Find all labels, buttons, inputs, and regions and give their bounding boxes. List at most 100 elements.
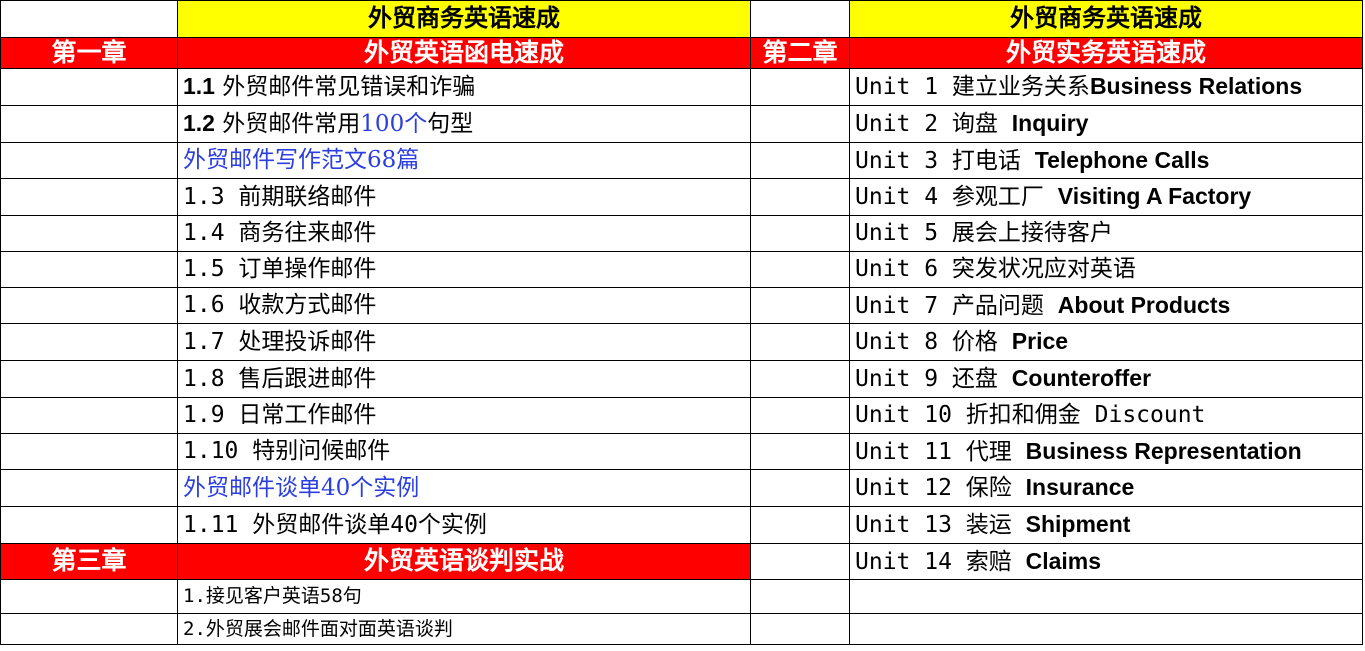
unit-row-4[interactable]: Unit 4 参观工厂 Visiting A Factory	[849, 178, 1363, 216]
unit-row-11[interactable]: Unit 11 代理 Business Representation	[849, 433, 1363, 470]
left-row-9[interactable]: 1.8 售后跟进邮件	[177, 360, 751, 398]
unit-label: Unit 13 装运	[855, 512, 1026, 538]
cell-blank[interactable]	[0, 433, 178, 470]
cell-blank[interactable]	[0, 469, 178, 507]
cell-blank-c1[interactable]	[750, 0, 850, 38]
right-header-title[interactable]: 外贸商务英语速成	[849, 0, 1363, 38]
unit-english: About Products	[1057, 291, 1231, 318]
cell-blank[interactable]	[750, 323, 850, 361]
left-row-3-link[interactable]: 外贸邮件写作范文68篇	[177, 142, 751, 179]
unit-row-6[interactable]: Unit 6 突发状况应对英语	[849, 251, 1363, 288]
unit-label: Unit 8 价格	[855, 329, 1012, 355]
cell-blank[interactable]	[750, 469, 850, 507]
unit-row-5[interactable]: Unit 5 展会上接待客户	[849, 215, 1363, 252]
left-row-2[interactable]: 1.2 外贸邮件常用100个句型	[177, 105, 751, 143]
left-row-7[interactable]: 1.6 收款方式邮件	[177, 287, 751, 324]
row-number: 1.1	[183, 73, 215, 99]
cell-blank[interactable]	[0, 360, 178, 398]
left-row-5[interactable]: 1.4 商务往来邮件	[177, 215, 751, 252]
cell-blank[interactable]	[0, 397, 178, 434]
cell-blank[interactable]	[0, 142, 178, 179]
unit-row-7[interactable]: Unit 7 产品问题 About Products	[849, 287, 1363, 324]
row-number: 1.2	[183, 110, 215, 136]
chapter-3-title[interactable]: 外贸英语谈判实战	[177, 543, 751, 580]
cell-blank[interactable]	[750, 251, 850, 288]
unit-row-13[interactable]: Unit 13 装运 Shipment	[849, 506, 1363, 544]
unit-english: Inquiry	[1011, 110, 1089, 136]
row-text-highlight: 100个	[360, 111, 428, 137]
cell-blank[interactable]	[750, 105, 850, 143]
unit-english: Visiting A Factory	[1057, 183, 1252, 209]
cell-blank[interactable]	[750, 543, 850, 580]
cell-blank[interactable]	[0, 215, 178, 252]
unit-row-9[interactable]: Unit 9 还盘 Counteroffer	[849, 360, 1363, 398]
unit-label: Unit 7 产品问题	[855, 292, 1058, 319]
cell-blank[interactable]	[0, 506, 178, 544]
unit-row-12[interactable]: Unit 12 保险 Insurance	[849, 469, 1363, 507]
cell-blank[interactable]	[750, 68, 850, 106]
left-row-4[interactable]: 1.3 前期联络邮件	[177, 178, 751, 216]
cell-blank[interactable]	[750, 433, 850, 470]
left-row-13[interactable]: 1.11 外贸邮件谈单40个实例	[177, 506, 751, 544]
left-row-6[interactable]: 1.5 订单操作邮件	[177, 251, 751, 288]
cell-blank[interactable]	[750, 178, 850, 216]
left-row-1[interactable]: 1.1 外贸邮件常见错误和诈骗	[177, 68, 751, 106]
unit-label: Unit 14 索赔	[855, 548, 1026, 575]
unit-english: Counteroffer	[1011, 365, 1152, 391]
unit-label: Unit 4 参观工厂	[855, 184, 1058, 210]
cell-blank[interactable]	[0, 323, 178, 361]
row-text-b: 句型	[427, 111, 474, 137]
chapter-1-title[interactable]: 外贸英语函电速成	[177, 37, 751, 69]
cell-blank[interactable]	[750, 215, 850, 252]
unit-english: Insurance	[1025, 474, 1135, 500]
left-header-title[interactable]: 外贸商务英语速成	[177, 0, 751, 38]
cell-blank-a1[interactable]	[0, 0, 178, 38]
unit-label: Unit 2 询盘	[855, 111, 1012, 137]
chapter-3-row-1[interactable]: 1.接见客户英语58句	[177, 579, 751, 614]
unit-row-1[interactable]: Unit 1 建立业务关系Business Relations	[849, 68, 1363, 106]
course-outline-sheet: 外贸商务英语速成 外贸商务英语速成 第一章 外贸英语函电速成 第二章 外贸实务英…	[0, 0, 1363, 645]
cell-blank[interactable]	[0, 105, 178, 143]
row-text: 外贸邮件常见错误和诈骗	[214, 74, 476, 100]
left-row-11[interactable]: 1.10 特别问候邮件	[177, 433, 751, 470]
chapter-3-row-2[interactable]: 2.外贸展会邮件面对面英语谈判	[177, 613, 751, 645]
cell-blank[interactable]	[0, 68, 178, 106]
cell-blank[interactable]	[0, 613, 178, 645]
unit-row-3[interactable]: Unit 3 打电话 Telephone Calls	[849, 142, 1363, 179]
unit-row-2[interactable]: Unit 2 询盘 Inquiry	[849, 105, 1363, 143]
row-text-a: 外贸邮件常用	[214, 111, 361, 137]
cell-blank[interactable]	[750, 613, 850, 645]
unit-label: Unit 1 建立业务关系	[855, 74, 1090, 100]
chapter-1-label[interactable]: 第一章	[0, 37, 178, 69]
left-row-12-link[interactable]: 外贸邮件谈单40个实例	[177, 469, 751, 507]
chapter-2-label[interactable]: 第二章	[750, 37, 850, 69]
cell-blank[interactable]	[0, 251, 178, 288]
unit-row-8[interactable]: Unit 8 价格 Price	[849, 323, 1363, 361]
unit-label: Unit 9 还盘	[855, 366, 1012, 392]
unit-english: Business Representation	[1025, 437, 1302, 464]
cell-blank[interactable]	[849, 579, 1363, 614]
left-row-10[interactable]: 1.9 日常工作邮件	[177, 397, 751, 434]
cell-blank[interactable]	[0, 579, 178, 614]
unit-label: Unit 12 保险	[855, 475, 1026, 501]
cell-blank[interactable]	[750, 397, 850, 434]
unit-row-10[interactable]: Unit 10 折扣和佣金 Discount	[849, 397, 1363, 434]
unit-label: Unit 11 代理	[855, 438, 1026, 465]
left-row-8[interactable]: 1.7 处理投诉邮件	[177, 323, 751, 361]
cell-blank[interactable]	[750, 579, 850, 614]
chapter-2-title[interactable]: 外贸实务英语速成	[849, 37, 1363, 69]
unit-english: Claims	[1025, 547, 1102, 574]
cell-blank[interactable]	[750, 360, 850, 398]
cell-blank[interactable]	[750, 142, 850, 179]
cell-blank[interactable]	[849, 613, 1363, 645]
unit-label: Unit 3 打电话	[855, 147, 1035, 174]
unit-english: Telephone Calls	[1034, 146, 1210, 173]
cell-blank[interactable]	[0, 287, 178, 324]
cell-blank[interactable]	[0, 178, 178, 216]
cell-blank[interactable]	[750, 506, 850, 544]
cell-blank[interactable]	[750, 287, 850, 324]
unit-row-14[interactable]: Unit 14 索赔 Claims	[849, 543, 1363, 580]
unit-english: Shipment	[1025, 511, 1131, 537]
chapter-3-label[interactable]: 第三章	[0, 543, 178, 580]
unit-english: Business Relations	[1089, 73, 1303, 99]
